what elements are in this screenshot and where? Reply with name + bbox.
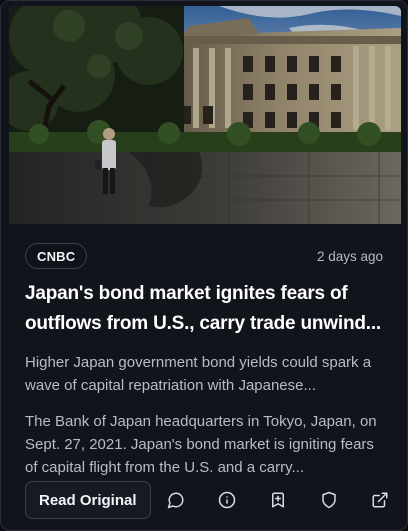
action-bar: Read Original (25, 481, 391, 519)
bookmark-icon[interactable] (266, 488, 290, 512)
info-icon[interactable] (215, 488, 239, 512)
shield-icon[interactable] (317, 488, 341, 512)
article-caption: The Bank of Japan headquarters in Tokyo,… (25, 413, 377, 476)
external-link-icon[interactable] (368, 488, 392, 512)
article-summary: Higher Japan government bond yields coul… (25, 354, 372, 394)
timestamp: 2 days ago (316, 248, 383, 264)
meta-row: CNBC 2 days ago (25, 243, 383, 269)
bank-of-japan-photo (9, 6, 401, 224)
source-badge[interactable]: CNBC (25, 243, 88, 269)
comment-icon[interactable] (164, 488, 188, 512)
news-card: CNBC 2 days ago Japan's bond market igni… (0, 0, 408, 531)
article-body: CNBC 2 days ago Japan's bond market igni… (25, 243, 383, 479)
read-original-button[interactable]: Read Original (25, 481, 151, 519)
article-headline[interactable]: Japan's bond market ignites fears of out… (25, 279, 383, 339)
article-image[interactable] (9, 6, 401, 224)
